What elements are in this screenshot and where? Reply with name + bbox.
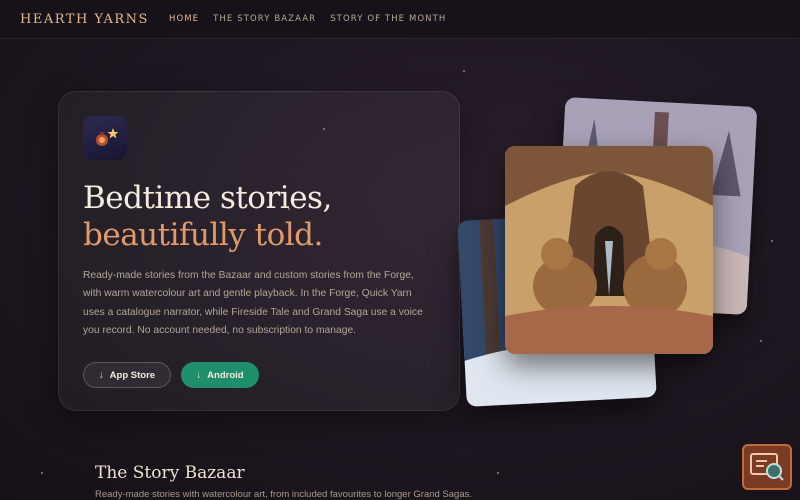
top-nav: HEARTH YARNS HOME THE STORY BAZAAR STORY… <box>0 0 800 39</box>
lantern-star-icon <box>83 116 127 160</box>
download-arrow-icon: ↓ <box>196 369 202 381</box>
nav-link-story-bazaar[interactable]: THE STORY BAZAAR <box>213 14 316 24</box>
hero-description: Ready-made stories from the Bazaar and c… <box>83 270 423 336</box>
background-star <box>41 472 43 474</box>
story-bazaar-title: The Story Bazaar <box>95 463 245 483</box>
chat-search-button[interactable] <box>742 444 792 490</box>
app-store-label: App Store <box>109 369 156 381</box>
background-star <box>771 240 773 242</box>
background-star <box>463 70 465 72</box>
android-label: Android <box>207 369 244 381</box>
story-bazaar-subtitle: Ready-made stories with watercolour art,… <box>95 489 473 500</box>
nav-link-home[interactable]: HOME <box>169 14 199 24</box>
hero-headline: Bedtime stories, beautifully told. <box>83 180 332 254</box>
download-arrow-icon: ↓ <box>98 369 104 381</box>
android-button[interactable]: ↓ Android <box>181 362 259 388</box>
headline-line-2: beautifully told. <box>83 217 323 253</box>
bears-by-tree-illustration <box>505 146 713 354</box>
nav-link-story-of-the-month[interactable]: STORY OF THE MONTH <box>330 14 446 24</box>
nav-links: HOME THE STORY BAZAAR STORY OF THE MONTH <box>169 14 446 24</box>
headline-line-1: Bedtime stories, <box>83 180 332 216</box>
logo[interactable]: HEARTH YARNS <box>20 12 149 27</box>
hero-card: Bedtime stories, beautifully told. Ready… <box>58 91 460 411</box>
app-store-button[interactable]: ↓ App Store <box>83 362 171 388</box>
chat-search-icon <box>750 453 784 481</box>
background-star <box>760 340 762 342</box>
background-star <box>497 472 499 474</box>
